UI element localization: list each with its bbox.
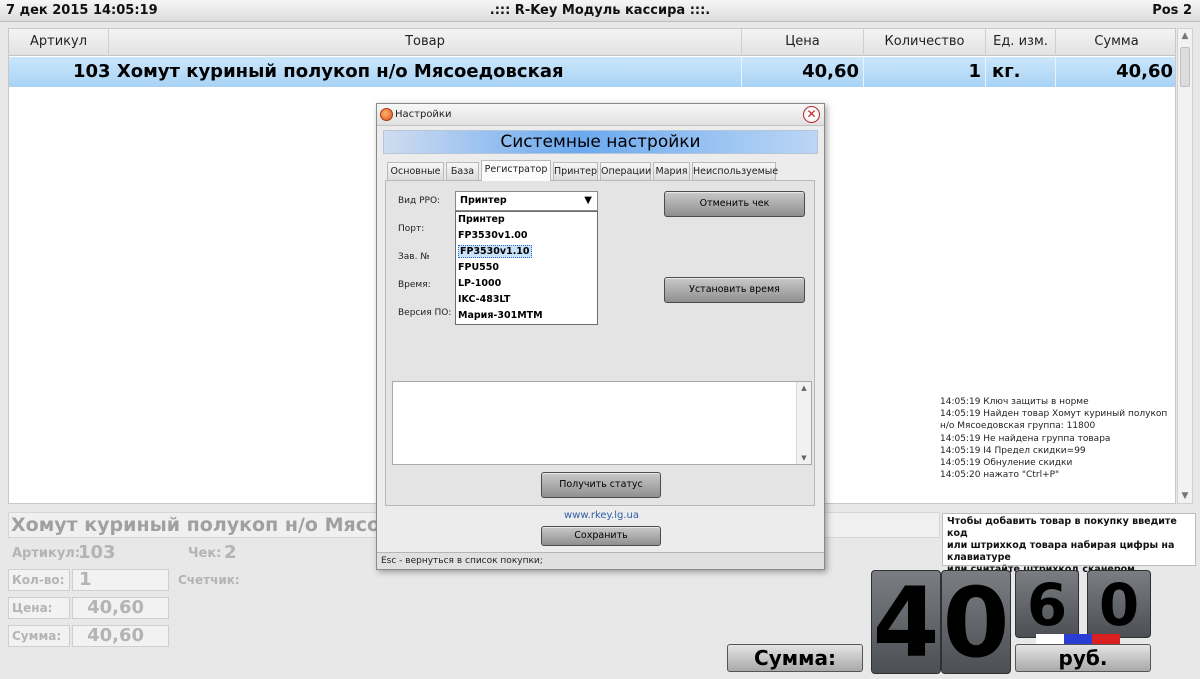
log-line: 14:05:19 Не найдена группа товара <box>940 433 1111 444</box>
memo-scrollbar[interactable]: ▲ ▼ <box>796 382 811 464</box>
settings-dialog[interactable]: Настройки ✕ Системные настройки Основные… <box>376 103 825 570</box>
hint-line: клавиатуре <box>947 552 1011 563</box>
app-icon <box>380 108 393 121</box>
scroll-up-icon[interactable]: ▲ <box>797 384 811 392</box>
save-button[interactable]: Сохранить <box>541 526 661 546</box>
registrator-pane: Вид РРО: Порт: Зав. № Время: Версия ПО: … <box>385 180 815 506</box>
log-line: 14:05:19 I4 Предел скидки=99 <box>940 445 1086 456</box>
sum-digit: 4 <box>871 567 941 679</box>
pos-number: Pos 2 <box>1152 3 1192 18</box>
tab-maria[interactable]: Мария <box>653 162 690 180</box>
sum-value: 40,60 <box>72 625 169 647</box>
qty-label: Кол-во: <box>8 569 70 591</box>
get-status-button[interactable]: Получить статус <box>541 472 661 498</box>
rro-type-select[interactable]: Принтер ▼ <box>455 191 598 211</box>
log-line: 14:05:19 Ключ защиты в норме <box>940 397 1089 407</box>
log-line: 14:05:19 Найден товар Хомут куриный полу… <box>940 409 1168 432</box>
app-titlebar: 7 дек 2015 14:05:19 .::: R-Key Модуль ка… <box>0 0 1200 22</box>
status-memo[interactable]: ▲ ▼ <box>392 381 812 465</box>
dropdown-option[interactable]: FPU550 <box>456 260 597 276</box>
row-product: 103 Хомут куриный полукоп н/о Мясоедовск… <box>9 57 742 87</box>
table-row[interactable]: 103 Хомут куриный полукоп н/о Мясоедовск… <box>9 57 1175 87</box>
dropdown-option[interactable]: Принтер <box>456 212 597 228</box>
price-label: Цена: <box>8 597 70 619</box>
col-article[interactable]: Артикул <box>9 29 109 56</box>
website-link[interactable]: www.rkey.lg.ua <box>377 510 826 521</box>
kop-digit: 6 <box>1015 570 1079 639</box>
col-sum[interactable]: Сумма <box>1056 29 1177 56</box>
dialog-titlebar[interactable]: Настройки ✕ <box>377 104 824 126</box>
close-icon[interactable]: ✕ <box>803 106 820 123</box>
set-time-button[interactable]: Установить время <box>664 277 805 303</box>
dialog-banner: Системные настройки <box>383 130 818 154</box>
dropdown-option[interactable]: LP-1000 <box>456 276 597 292</box>
serial-label: Зав. № <box>398 252 430 262</box>
col-unit[interactable]: Ед. изм. <box>986 29 1056 56</box>
scroll-thumb[interactable] <box>1180 47 1190 87</box>
tab-main[interactable]: Основные <box>387 162 444 180</box>
port-label: Порт: <box>398 224 425 234</box>
sum-digit: 0 <box>941 567 1011 679</box>
dropdown-option[interactable]: Мария-301МТМ <box>456 308 597 324</box>
row-price: 40,60 <box>742 57 864 87</box>
price-value: 40,60 <box>72 597 169 619</box>
tab-unused[interactable]: Неиспользуемые <box>692 162 778 180</box>
grid-scrollbar[interactable]: ▲ ▼ <box>1177 28 1193 504</box>
kop-digit: 0 <box>1087 570 1151 639</box>
rro-type-label: Вид РРО: <box>398 196 441 206</box>
article-value: 103 <box>78 542 116 563</box>
time-label: Время: <box>398 280 431 290</box>
hint-line: Чтобы добавить товар в покупку введите к… <box>947 516 1177 539</box>
dialog-title: Настройки <box>395 109 452 120</box>
row-sum: 40,60 <box>1116 61 1173 82</box>
scroll-down-icon[interactable]: ▼ <box>1178 489 1192 503</box>
dropdown-option-highlighted[interactable]: FP3530v1.10 <box>456 244 597 260</box>
col-price[interactable]: Цена <box>742 29 864 56</box>
cancel-check-button[interactable]: Отменить чек <box>664 191 805 217</box>
tab-database[interactable]: База <box>446 162 479 180</box>
dropdown-option[interactable]: FP3530v1.00 <box>456 228 597 244</box>
col-product[interactable]: Товар <box>109 29 742 56</box>
log-line: 14:05:19 Обнуление скидки <box>940 458 1073 469</box>
hint-line: или штрихкод товара набирая цифры на <box>947 540 1175 551</box>
sum-label: Сумма: <box>8 625 70 647</box>
check-label: Чек: <box>188 546 222 561</box>
tab-registrator[interactable]: Регистратор <box>481 160 551 181</box>
grid-header: Артикул Товар Цена Количество Ед. изм. С… <box>9 29 1175 56</box>
app-title: .::: R-Key Модуль кассира :::. <box>489 3 711 18</box>
scroll-up-icon[interactable]: ▲ <box>1178 29 1192 43</box>
scroll-down-icon[interactable]: ▼ <box>797 454 811 462</box>
currency-label: руб. <box>1015 644 1151 672</box>
log-line: 14:05:20 нажато "Ctrl+P" <box>940 470 1060 481</box>
sum-display-label[interactable]: Сумма: <box>727 644 863 672</box>
rro-type-value: Принтер <box>460 195 507 206</box>
col-qty[interactable]: Количество <box>864 29 986 56</box>
dropdown-arrow-icon[interactable]: ▼ <box>584 192 592 210</box>
check-value: 2 <box>224 542 237 563</box>
tab-printer[interactable]: Принтер <box>553 162 598 180</box>
row-unit: кг. <box>986 57 1056 87</box>
counter-label: Счетчик: <box>178 573 240 587</box>
qty-value: 1 <box>72 569 169 591</box>
tab-operations[interactable]: Операции <box>600 162 651 180</box>
dialog-statusbar: Esc - вернуться в список покупки; <box>377 552 824 569</box>
event-log: 14:05:19 Ключ защиты в норме 14:05:19 На… <box>940 396 1175 481</box>
rro-type-dropdown[interactable]: Принтер FP3530v1.00 FP3530v1.10 FPU550 L… <box>455 211 598 325</box>
row-qty: 1 <box>864 57 986 87</box>
dropdown-option[interactable]: IKC-483LT <box>456 292 597 308</box>
article-label: Артикул: <box>12 546 81 561</box>
hint-box: Чтобы добавить товар в покупку введите к… <box>942 513 1196 575</box>
fw-version-label: Версия ПО: <box>398 308 452 318</box>
